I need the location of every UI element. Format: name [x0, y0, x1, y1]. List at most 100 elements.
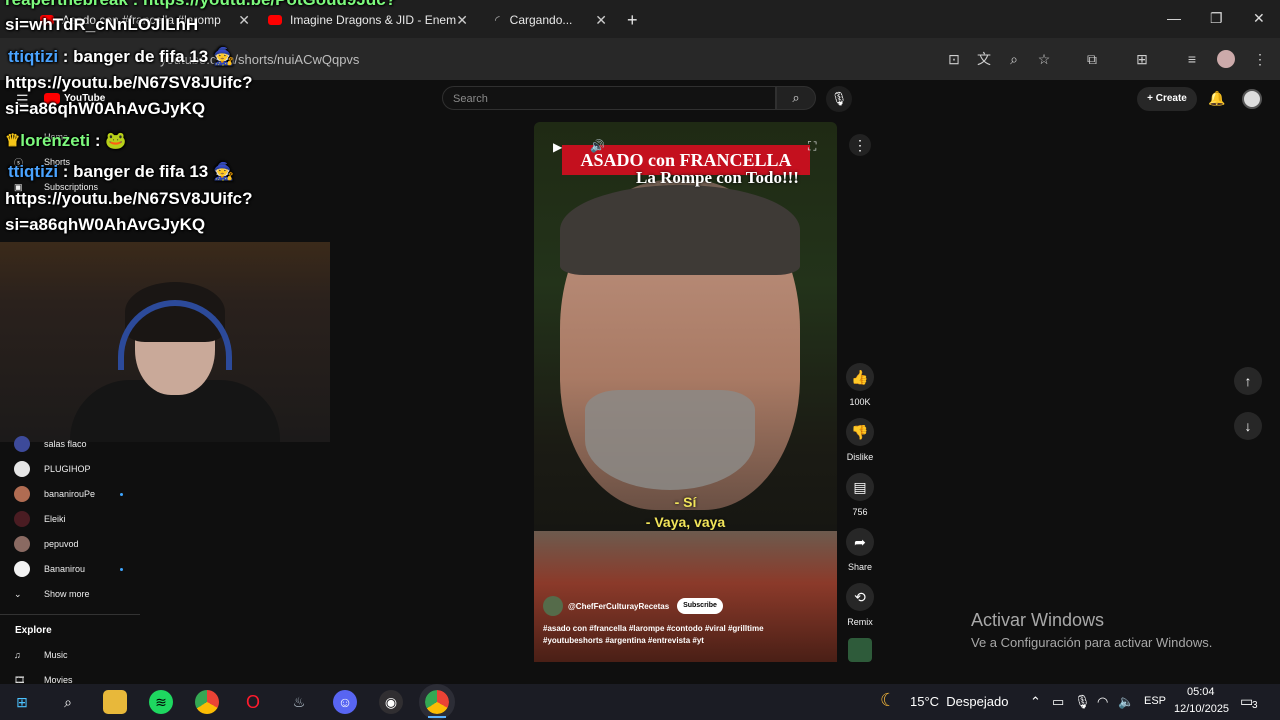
- remix-icon: ⟲: [846, 583, 874, 611]
- obs-icon[interactable]: ◉: [379, 690, 403, 714]
- close-tab-icon[interactable]: ✕: [456, 12, 468, 29]
- wifi-icon[interactable]: ◠: [1097, 694, 1108, 710]
- volume-tray-icon[interactable]: 🔈: [1118, 694, 1134, 710]
- opera-icon[interactable]: O: [241, 690, 265, 714]
- chat-link[interactable]: https://youtu.be/N67SV8JUifc?: [5, 73, 252, 93]
- crown-badge-icon: ♛: [5, 131, 21, 150]
- chat-link[interactable]: si=a86qhW0AhAvGJyKQ: [5, 215, 205, 235]
- chat-username: ttiqtizi: [8, 47, 59, 66]
- volume-icon[interactable]: 🔊: [590, 139, 605, 153]
- dislike-button[interactable]: 👎 Dislike: [846, 418, 874, 462]
- previous-short-button[interactable]: ↑: [1234, 367, 1262, 395]
- chat-link[interactable]: si=a86qhW0AhAvGJyKQ: [5, 99, 205, 119]
- minimize-icon[interactable]: —: [1167, 10, 1181, 26]
- sidebar-item-label: Music: [44, 650, 68, 660]
- music-note-icon: ♫: [14, 650, 21, 660]
- browser-menu-icon[interactable]: ⋮: [1251, 50, 1269, 68]
- chat-message: ttiqtizi : banger de fifa 13 🧙: [8, 47, 234, 67]
- channel-avatar: [14, 511, 30, 527]
- play-icon[interactable]: ▶: [553, 140, 562, 154]
- tab-loading[interactable]: ◜ Cargando... ✕: [495, 6, 607, 34]
- tab-imagine-dragons[interactable]: Imagine Dragons & JID - Enem ✕: [268, 6, 468, 34]
- close-tab-icon[interactable]: ✕: [238, 12, 250, 29]
- install-app-icon[interactable]: ⊡: [945, 50, 963, 68]
- chrome-icon[interactable]: [195, 690, 219, 714]
- windows-activation-watermark: Activar Windows Ve a Configuración para …: [971, 610, 1212, 650]
- channel-name[interactable]: @ChefFerCulturayRecetas: [568, 602, 669, 611]
- search-button[interactable]: ⌕: [776, 86, 816, 110]
- subscribe-button[interactable]: Subscribe: [677, 598, 723, 614]
- like-button[interactable]: 👍 100K: [846, 363, 874, 407]
- voice-search-button[interactable]: 🎙: [826, 86, 852, 112]
- subscription-item[interactable]: bananirouPe: [14, 483, 95, 505]
- more-options-icon[interactable]: ⋮: [849, 134, 871, 156]
- chevron-down-icon: ⌄: [14, 588, 22, 599]
- next-short-button[interactable]: ↓: [1234, 412, 1262, 440]
- close-window-icon[interactable]: ✕: [1253, 10, 1265, 27]
- file-explorer-icon[interactable]: [103, 690, 127, 714]
- profile-avatar-icon[interactable]: [1217, 50, 1235, 68]
- restore-icon[interactable]: ❐: [1210, 10, 1223, 27]
- search-input[interactable]: Search: [442, 86, 776, 110]
- steam-icon[interactable]: ♨: [287, 690, 311, 714]
- dislike-label: Dislike: [846, 452, 874, 462]
- chat-text: :: [90, 131, 106, 150]
- notifications-bell-icon[interactable]: 🔔: [1208, 90, 1225, 107]
- microphone-tray-icon[interactable]: 🎙: [1074, 694, 1091, 710]
- translate-icon[interactable]: 文: [975, 50, 993, 68]
- channel-name: Bananirou: [44, 564, 86, 574]
- taskbar-search-icon[interactable]: ⌕: [56, 690, 80, 714]
- chrome-active-icon[interactable]: [419, 684, 455, 720]
- comments-button[interactable]: ▤ 756: [846, 473, 874, 517]
- share-label: Share: [847, 562, 873, 572]
- weather-text[interactable]: 15°C Despejado: [910, 694, 1008, 709]
- notification-count: 3: [1252, 700, 1258, 711]
- remix-button[interactable]: ⟲ Remix: [846, 583, 874, 627]
- subscription-item[interactable]: pepuvod: [14, 533, 79, 555]
- video-hair: [560, 185, 800, 275]
- clock-date[interactable]: 12/10/2025: [1174, 703, 1229, 715]
- emote-icon: 🧙: [212, 47, 235, 66]
- create-label: Create: [1155, 93, 1187, 104]
- chat-text: : banger de fifa 13: [58, 47, 213, 66]
- sound-thumbnail[interactable]: [848, 638, 872, 662]
- screenshot-icon[interactable]: ⊞: [1133, 50, 1151, 68]
- sidebar-item-music[interactable]: ♫ Music: [14, 644, 68, 666]
- weather-moon-icon[interactable]: ☾: [880, 690, 896, 711]
- extensions-icon[interactable]: ⧉: [1083, 50, 1101, 68]
- subscription-item[interactable]: PLUGIHOP: [14, 458, 91, 480]
- chat-text: : banger de fifa 13: [58, 162, 213, 181]
- meet-now-icon[interactable]: ▭: [1052, 694, 1064, 710]
- active-app-underline: [428, 716, 446, 718]
- pepe-emote-icon: 🐸: [105, 131, 127, 150]
- chat-link[interactable]: https://youtu.be/N67SV8JUifc?: [5, 189, 252, 209]
- arrow-down-icon: ↓: [1244, 418, 1252, 434]
- windows-start-icon[interactable]: ⊞: [10, 690, 34, 714]
- subscription-item[interactable]: Eleiki: [14, 508, 66, 530]
- share-button[interactable]: ➦ Share: [846, 528, 874, 572]
- language-indicator[interactable]: ESP: [1144, 695, 1166, 707]
- close-tab-icon[interactable]: ✕: [595, 12, 607, 29]
- fullscreen-icon[interactable]: ⛶: [808, 139, 816, 154]
- create-button[interactable]: + Create: [1137, 87, 1197, 111]
- spotify-icon[interactable]: ≋: [149, 690, 173, 714]
- bookmark-star-icon[interactable]: ☆: [1035, 50, 1053, 68]
- media-control-icon[interactable]: ≡: [1183, 50, 1201, 68]
- subscription-item[interactable]: Bananirou: [14, 558, 85, 580]
- zoom-icon[interactable]: ⌕: [1005, 50, 1023, 68]
- tray-chevron-icon[interactable]: ⌃: [1030, 694, 1041, 710]
- comment-count: 756: [852, 507, 868, 517]
- discord-icon[interactable]: ☺: [333, 690, 357, 714]
- subscription-item[interactable]: salas flaco: [14, 433, 87, 455]
- channel-avatar: [14, 436, 30, 452]
- clock-time[interactable]: 05:04: [1187, 686, 1215, 698]
- sidebar-divider: [0, 614, 140, 615]
- channel-name: Eleiki: [44, 514, 66, 524]
- new-tab-button[interactable]: +: [627, 6, 638, 34]
- video-hashtags[interactable]: #asado con #francella #larompe #contodo …: [543, 623, 783, 647]
- loading-spinner-icon: ◜: [495, 13, 500, 27]
- channel-avatar[interactable]: [543, 596, 563, 616]
- account-avatar[interactable]: [1242, 89, 1262, 109]
- chat-message: ttiqtizi : banger de fifa 13 🧙: [8, 162, 234, 182]
- show-more-button[interactable]: ⌄ Show more: [14, 583, 90, 605]
